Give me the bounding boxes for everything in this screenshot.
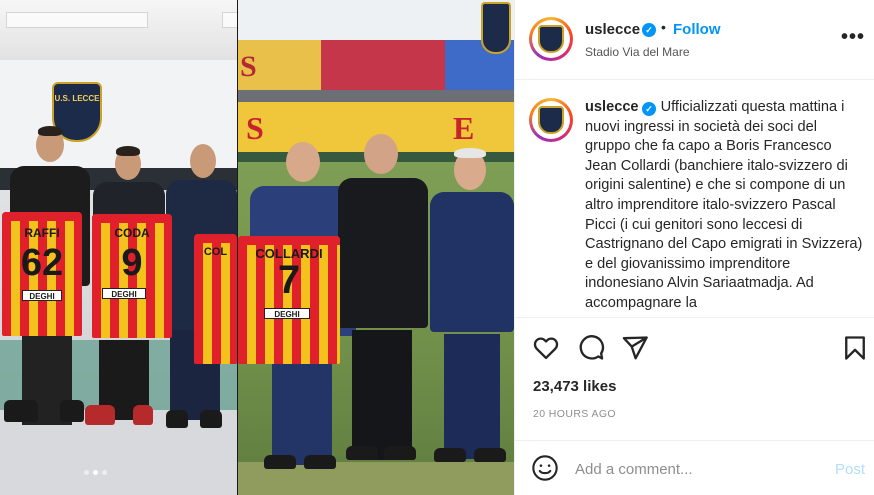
jersey-name: CODA bbox=[114, 226, 150, 240]
post-comment-button[interactable]: Post bbox=[835, 461, 865, 478]
jersey-collardi-partial: COL bbox=[194, 234, 237, 364]
post-timestamp[interactable]: 20 HOURS AGO bbox=[533, 408, 616, 420]
caption-avatar[interactable] bbox=[529, 98, 573, 142]
jersey-coda: CODA 9 DEGHI bbox=[92, 214, 172, 338]
upper-stand: S bbox=[238, 40, 514, 90]
ceiling bbox=[0, 0, 237, 60]
comment-icon[interactable] bbox=[577, 334, 605, 362]
jersey-number: 7 bbox=[277, 258, 301, 302]
follow-button[interactable]: Follow bbox=[673, 21, 721, 38]
jersey-sponsor: DEGHI bbox=[102, 288, 146, 299]
header-separator: • bbox=[661, 19, 666, 35]
jersey-number: 62 bbox=[20, 242, 64, 284]
jersey-sponsor: DEGHI bbox=[264, 308, 310, 319]
stand-letter: S bbox=[240, 50, 257, 83]
jersey-collardi: COLLARDI 7 DEGHI bbox=[238, 236, 340, 364]
carousel-dot-active bbox=[93, 470, 98, 475]
emoji-icon[interactable] bbox=[531, 454, 559, 482]
jersey-sponsor: DEGHI bbox=[22, 290, 62, 301]
post-header: uslecce ✓ • Follow Stadio Via del Mare •… bbox=[515, 0, 874, 80]
person-picci bbox=[338, 130, 428, 490]
actions-divider bbox=[515, 317, 874, 318]
lecce-logo-icon bbox=[538, 25, 564, 53]
share-icon[interactable] bbox=[621, 334, 649, 362]
carousel-dot bbox=[102, 470, 107, 475]
comment-input[interactable] bbox=[575, 457, 815, 481]
verified-icon: ✓ bbox=[642, 23, 656, 37]
person-sariaatmadja bbox=[430, 148, 514, 488]
ceiling-lamp bbox=[222, 12, 237, 28]
caption-username[interactable]: uslecce bbox=[585, 99, 639, 115]
like-count[interactable]: 23,473 likes bbox=[533, 378, 616, 395]
jersey-name: RAFFI bbox=[24, 226, 60, 240]
post-details-panel: uslecce ✓ • Follow Stadio Via del Mare •… bbox=[514, 0, 874, 495]
comment-bar: Post bbox=[515, 440, 874, 495]
bookmark-icon[interactable] bbox=[841, 334, 869, 362]
avatar[interactable] bbox=[529, 17, 573, 61]
stadium-roof bbox=[238, 0, 514, 40]
jersey-number: 9 bbox=[121, 242, 143, 284]
carousel-dot bbox=[84, 470, 89, 475]
caption-text: uslecce Ufficializzati questa mattina i n… bbox=[585, 98, 865, 314]
more-options-icon[interactable]: ••• bbox=[841, 26, 865, 49]
carousel-indicator bbox=[84, 470, 114, 478]
lecce-logo-icon bbox=[538, 106, 564, 134]
stand-letter: E bbox=[453, 110, 475, 146]
crest-text: U.S. LECCE bbox=[54, 94, 100, 103]
location-link[interactable]: Stadio Via del Mare bbox=[585, 45, 690, 59]
ceiling-lamp bbox=[6, 12, 148, 28]
lecce-crest-logo bbox=[481, 2, 511, 54]
caption-area: uslecce Ufficializzati questa mattina i n… bbox=[515, 80, 874, 317]
caption-body: Ufficializzati questa mattina i nuovi in… bbox=[585, 99, 863, 311]
author-username[interactable]: uslecce bbox=[585, 21, 640, 38]
post-media[interactable]: U.S. LECCE RAFFI 62 DEGHI CODA 9 DEGHI C… bbox=[0, 0, 514, 495]
photo-press-room: U.S. LECCE RAFFI 62 DEGHI CODA 9 DEGHI C… bbox=[0, 0, 237, 495]
photo-stadium: S S E COLLARDI 7 DEGHI bbox=[238, 0, 514, 495]
stand-roof bbox=[238, 90, 514, 102]
verified-icon: ✓ bbox=[642, 102, 656, 116]
jersey-name: COL bbox=[203, 246, 228, 258]
heart-icon[interactable] bbox=[532, 334, 560, 362]
jersey-raffi: RAFFI 62 DEGHI bbox=[2, 212, 82, 336]
